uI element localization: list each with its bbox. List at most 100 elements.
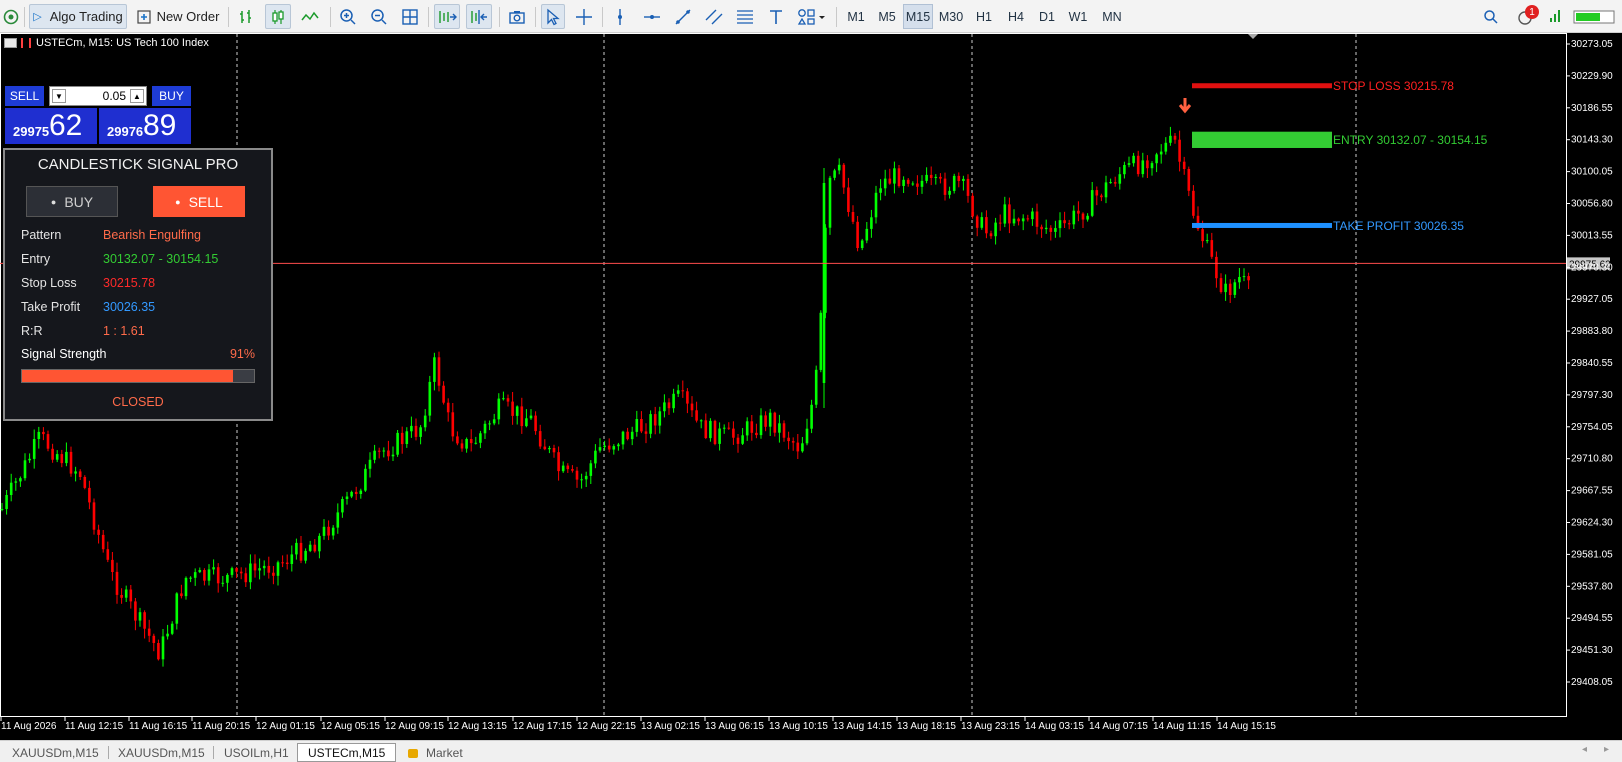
time-axis-label: 14 Aug 11:15 [1153, 721, 1212, 732]
candle-body [212, 567, 215, 570]
candle-body [1054, 228, 1057, 232]
screenshot-icon[interactable] [505, 4, 529, 29]
search-icon[interactable] [1480, 4, 1502, 29]
bar-chart-icon[interactable] [234, 4, 258, 29]
lot-increase-icon[interactable]: ▲ [130, 89, 144, 103]
signal-buy-button[interactable]: ● BUY [26, 186, 118, 217]
time-axis-label: 13 Aug 06:15 [705, 721, 764, 732]
lot-decrease-icon[interactable]: ▼ [52, 89, 66, 103]
candle-body [1201, 229, 1204, 242]
tab-usoil[interactable]: USOILm,H1 [214, 743, 299, 762]
price-chart[interactable]: 29975.62 STOP LOSS 30215.78 ENTRY 30132.07… [0, 33, 1622, 740]
candle-body [1063, 220, 1066, 224]
scroll-right-icon[interactable]: ▸ [1604, 744, 1609, 755]
candle-body [847, 187, 850, 212]
tab-xauusd-1[interactable]: XAUUSDm,M15 [2, 743, 109, 762]
bid-price-button[interactable]: 29975 62 [5, 108, 97, 144]
new-order-button[interactable]: New Order [133, 4, 223, 29]
timeframe-m1-button[interactable]: M1 [841, 4, 871, 29]
candle-body [658, 411, 662, 426]
timeframe-h1-button[interactable]: H1 [969, 4, 999, 29]
candle-body [925, 174, 928, 181]
candle-body [506, 398, 510, 402]
app-logo-icon[interactable] [2, 4, 20, 29]
zoom-out-icon[interactable] [367, 4, 391, 29]
quick-buy-button[interactable]: BUY [152, 86, 191, 106]
algo-trading-button[interactable]: ▷ Algo Trading [29, 4, 127, 29]
candle-body [1031, 211, 1034, 220]
candle-body [920, 180, 924, 187]
algo-trading-label: Algo Trading [49, 9, 123, 24]
crosshair-icon[interactable] [572, 4, 596, 29]
candle-body [465, 439, 468, 449]
candle-body [203, 570, 206, 581]
price-axis-label: 30229.90 [1571, 71, 1613, 82]
timeframe-w1-button[interactable]: W1 [1063, 4, 1093, 29]
tab-label: USOILm,H1 [224, 745, 289, 760]
trendline-icon[interactable] [671, 4, 695, 29]
candle-body [617, 444, 620, 447]
candle-body [713, 420, 717, 444]
price-axis-label: 29797.30 [1571, 390, 1613, 401]
time-axis-label: 14 Aug 03:15 [1025, 721, 1084, 732]
bid-price-big: 62 [49, 109, 83, 142]
notifications-icon[interactable]: 1 [1512, 4, 1539, 29]
vertical-line-icon[interactable] [608, 4, 632, 29]
candle-body [147, 628, 151, 636]
candle-body [437, 357, 441, 386]
take-profit-label: TAKE PROFIT 30026.35 [1333, 219, 1464, 233]
timeframe-d1-button[interactable]: D1 [1032, 4, 1062, 29]
text-tool-icon[interactable] [764, 4, 788, 29]
ask-price-button[interactable]: 29976 89 [99, 108, 191, 144]
lot-size-field[interactable]: ▼ 0.05 ▲ [49, 86, 147, 106]
quick-sell-button[interactable]: SELL [5, 86, 44, 106]
timeframe-mn-button[interactable]: MN [1097, 4, 1127, 29]
candle-body [1090, 190, 1094, 216]
price-axis-label: 30013.55 [1571, 230, 1613, 241]
candle-body [345, 496, 349, 499]
candle-body [796, 442, 800, 452]
tile-windows-icon[interactable] [398, 4, 422, 29]
candle-body [805, 428, 809, 444]
chart-shift-icon[interactable] [466, 4, 492, 29]
candle-body [690, 403, 694, 411]
candle-body [1035, 211, 1039, 227]
fibonacci-icon[interactable] [733, 4, 757, 29]
candle-body [368, 459, 372, 469]
candle-body [676, 390, 680, 394]
candle-body [9, 482, 13, 495]
cursor-icon[interactable] [541, 4, 565, 29]
candle-body [428, 381, 432, 416]
channel-icon[interactable] [702, 4, 726, 29]
scroll-left-icon[interactable]: ◂ [1582, 744, 1587, 755]
candle-body [0, 509, 4, 510]
auto-scroll-icon[interactable] [434, 4, 460, 29]
timeframe-m15-button[interactable]: M15 [903, 4, 933, 29]
tab-market[interactable]: Market [398, 743, 473, 762]
lot-size-value[interactable]: 0.05 [103, 89, 126, 103]
tab-ustec[interactable]: USTECm,M15 [297, 743, 397, 762]
candle-body [902, 179, 905, 186]
new-order-icon [136, 9, 151, 24]
price-axis-label: 29581.05 [1571, 549, 1613, 560]
candle-body [1210, 240, 1214, 257]
candlestick-chart-icon[interactable] [265, 4, 291, 29]
zoom-in-icon[interactable] [336, 4, 360, 29]
candle-body [874, 192, 878, 218]
horizontal-line-icon[interactable] [640, 4, 664, 29]
timeframe-m5-button[interactable]: M5 [872, 4, 902, 29]
timeframe-h4-button[interactable]: H4 [1001, 4, 1031, 29]
signal-sell-button[interactable]: ● SELL [153, 186, 245, 217]
price-axis-label: 30100.05 [1571, 167, 1613, 178]
candle-body [23, 460, 27, 479]
candle-body [828, 177, 832, 228]
timeframe-m30-button[interactable]: M30 [936, 4, 966, 29]
line-chart-icon[interactable] [297, 4, 323, 29]
tab-xauusd-2[interactable]: XAUUSDm,M15 [108, 743, 215, 762]
candle-body [336, 512, 340, 528]
candle-body [226, 574, 229, 583]
candle-body [525, 418, 528, 427]
shapes-menu-icon[interactable] [795, 4, 829, 29]
time-axis-label: 14 Aug 07:15 [1089, 721, 1148, 732]
candle-body [584, 475, 588, 480]
